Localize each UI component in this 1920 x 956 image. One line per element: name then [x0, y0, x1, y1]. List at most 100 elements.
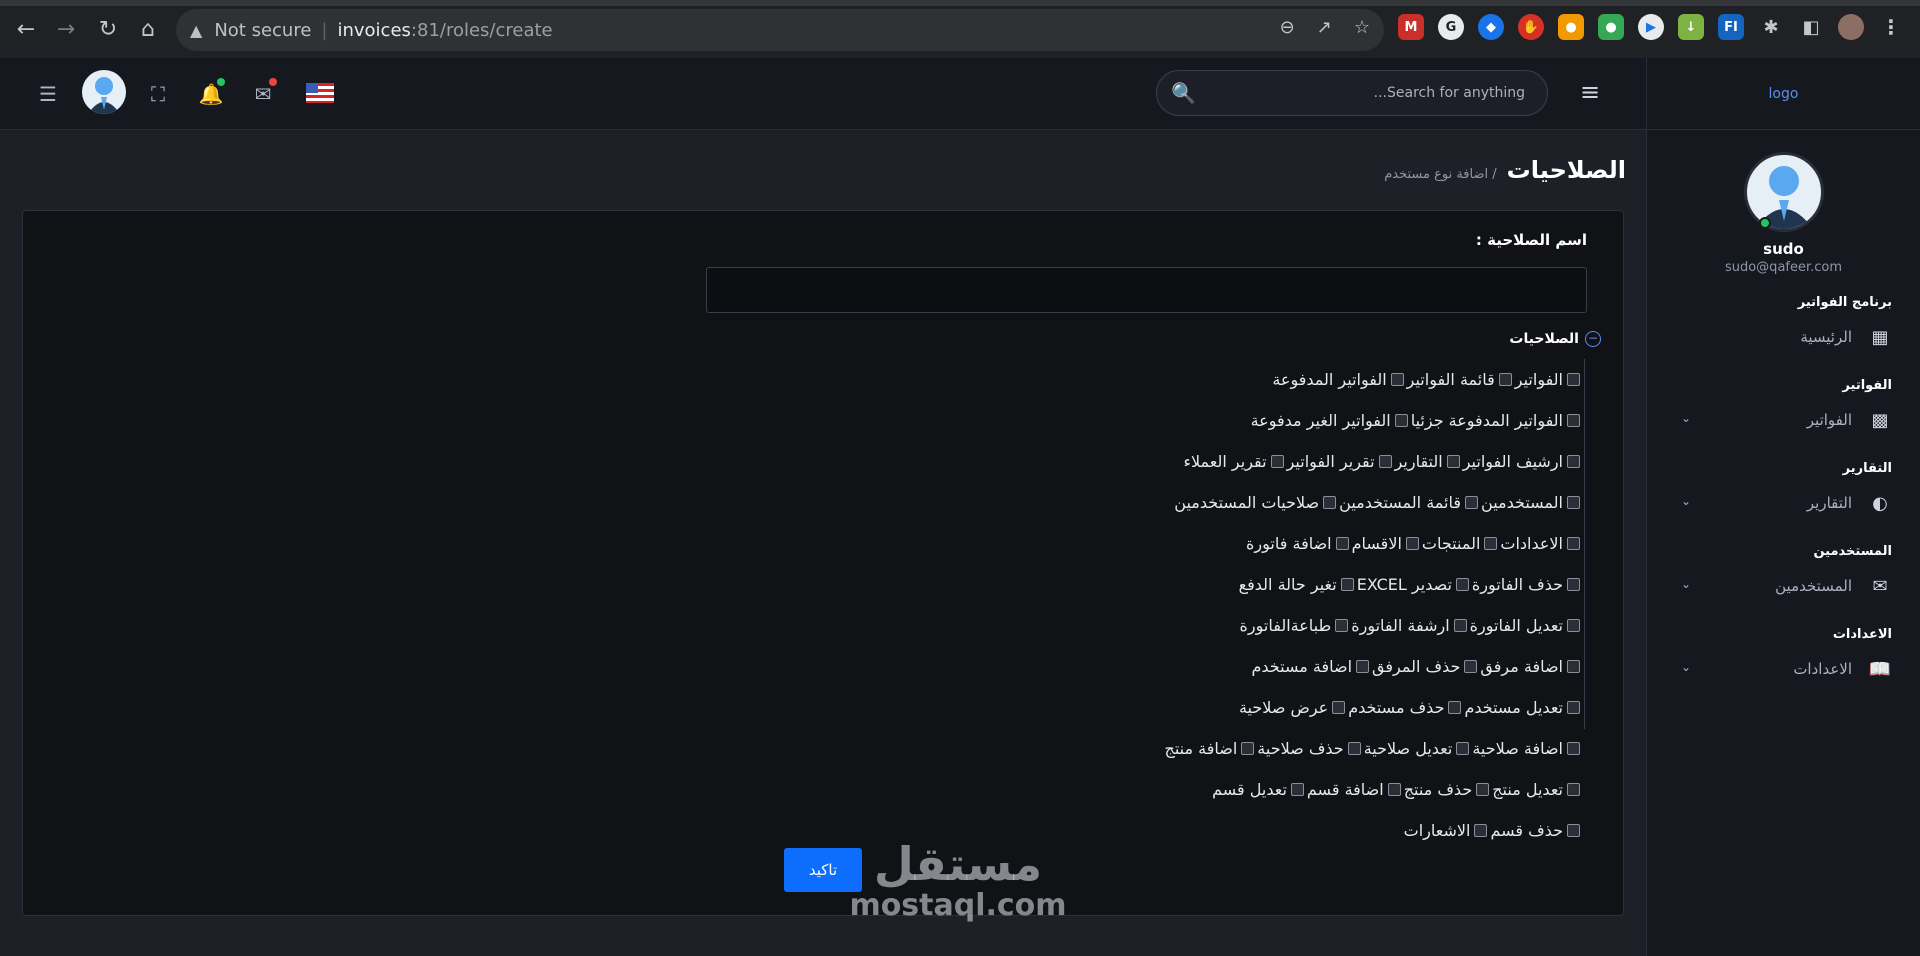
permission-checkbox[interactable] — [1453, 619, 1467, 632]
permission-checkbox[interactable] — [1484, 537, 1498, 550]
search-input[interactable] — [1195, 85, 1525, 101]
permission-checkbox[interactable] — [1335, 619, 1349, 632]
confirm-button[interactable]: تاكيد — [784, 848, 862, 892]
permission-item[interactable]: تعديل مستخدم — [1464, 698, 1580, 717]
permission-checkbox[interactable] — [1394, 414, 1408, 427]
reload-icon[interactable]: ↻ — [88, 9, 128, 49]
chevron-down-icon[interactable]: ⌄ — [1681, 494, 1691, 508]
permission-item[interactable]: الاقسام — [1352, 534, 1419, 553]
permission-item[interactable]: اضافة فاتورة — [1246, 534, 1349, 553]
permission-item[interactable]: التقارير — [1395, 452, 1460, 471]
extension-hand-icon[interactable]: ✋ — [1518, 14, 1544, 40]
permission-checkbox[interactable] — [1446, 455, 1460, 468]
permission-item[interactable]: صلاحيات المستخدمين — [1174, 493, 1337, 512]
permission-checkbox[interactable] — [1356, 660, 1370, 673]
permission-item[interactable]: اضافة مرفق — [1480, 657, 1580, 676]
permission-item[interactable]: عرض صلاحية — [1239, 698, 1346, 717]
permission-checkbox[interactable] — [1405, 537, 1419, 550]
permission-checkbox[interactable] — [1465, 496, 1479, 509]
home-icon[interactable]: ⌂ — [128, 9, 168, 49]
share-icon[interactable]: ↗ — [1317, 17, 1332, 38]
permission-checkbox[interactable] — [1340, 578, 1354, 591]
extension-mega-icon[interactable]: M — [1398, 14, 1424, 40]
fullscreen-icon[interactable]: ⛶ — [140, 76, 176, 112]
permission-checkbox[interactable] — [1290, 783, 1304, 796]
permission-checkbox[interactable] — [1567, 373, 1580, 386]
permission-checkbox[interactable] — [1323, 496, 1337, 509]
profile-avatar-icon[interactable] — [1838, 14, 1864, 40]
chevron-down-icon[interactable]: ⌄ — [1681, 411, 1691, 425]
us-flag-icon[interactable] — [306, 83, 334, 103]
permission-item[interactable]: الاشعارات — [1404, 821, 1488, 840]
permission-item[interactable]: اضافة مستخدم — [1252, 657, 1370, 676]
permission-checkbox[interactable] — [1448, 701, 1462, 714]
permission-item[interactable]: اضافة صلاحية — [1472, 739, 1580, 758]
role-name-input[interactable] — [706, 267, 1587, 313]
permission-item[interactable]: الفواتير المدفوعة جزئيا — [1411, 411, 1580, 430]
permission-item[interactable]: حذف قسم — [1490, 821, 1580, 840]
sidebar-item-settings[interactable]: 📖 الاعدادات ⌄ — [1647, 658, 1920, 682]
permission-item[interactable]: حذف منتج — [1404, 780, 1490, 799]
permission-item[interactable]: تعديل صلاحية — [1364, 739, 1470, 758]
permission-item[interactable]: تعديل منتج — [1492, 780, 1580, 799]
permission-checkbox[interactable] — [1335, 537, 1349, 550]
permission-item[interactable]: الفواتير المدفوعة — [1272, 370, 1404, 389]
chevron-down-icon[interactable]: ⌄ — [1681, 660, 1691, 674]
permission-item[interactable]: المنتجات — [1422, 534, 1498, 553]
extension-play-icon[interactable]: ▶ — [1638, 14, 1664, 40]
permission-checkbox[interactable] — [1347, 742, 1361, 755]
extension-fi-icon[interactable]: FI — [1718, 14, 1744, 40]
permission-item[interactable]: الاعدادات — [1500, 534, 1580, 553]
permission-checkbox[interactable] — [1464, 660, 1478, 673]
permission-item[interactable]: تعديل قسم — [1212, 780, 1304, 799]
permission-checkbox[interactable] — [1476, 783, 1490, 796]
permission-item[interactable]: حذف صلاحية — [1257, 739, 1361, 758]
sidebar-item-reports[interactable]: ◐ التقارير ⌄ — [1647, 492, 1920, 516]
permission-item[interactable]: حذف مستخدم — [1348, 698, 1462, 717]
extension-color-icon[interactable]: ● — [1598, 14, 1624, 40]
sidebar-item-home[interactable]: ▦ الرئيسية — [1647, 326, 1920, 350]
permission-item[interactable]: اضافة قسم — [1307, 780, 1401, 799]
back-icon[interactable]: ← — [6, 9, 46, 49]
sidebar-item-users[interactable]: ✉ المستخدمين ⌄ — [1647, 575, 1920, 599]
permission-item[interactable]: ارشفة الفاتورة — [1351, 616, 1467, 635]
permission-checkbox[interactable] — [1390, 373, 1404, 386]
forward-icon[interactable]: → — [46, 9, 86, 49]
permission-checkbox[interactable] — [1567, 496, 1580, 509]
permission-checkbox[interactable] — [1567, 701, 1580, 714]
permission-checkbox[interactable] — [1567, 660, 1580, 673]
permission-item[interactable]: تغير حالة الدفع — [1239, 575, 1354, 594]
permission-checkbox[interactable] — [1567, 742, 1580, 755]
permission-checkbox[interactable] — [1241, 742, 1255, 755]
permission-item[interactable]: قائمة الفواتير — [1407, 370, 1512, 389]
side-panel-icon[interactable]: ◧ — [1798, 14, 1824, 40]
extension-download-icon[interactable]: ↓ — [1678, 14, 1704, 40]
permission-checkbox[interactable] — [1456, 742, 1470, 755]
permission-item[interactable]: تقرير الفواتير — [1287, 452, 1392, 471]
header-avatar[interactable] — [82, 70, 126, 114]
permission-item[interactable]: المستخدمين — [1481, 493, 1580, 512]
permission-checkbox[interactable] — [1567, 783, 1580, 796]
chevron-down-icon[interactable]: ⌄ — [1681, 577, 1691, 591]
permission-checkbox[interactable] — [1387, 783, 1401, 796]
permission-checkbox[interactable] — [1474, 824, 1488, 837]
permission-item[interactable]: تصدير EXCEL — [1357, 575, 1469, 594]
collapse-minus-icon[interactable]: − — [1585, 331, 1601, 347]
extension-grammar-icon[interactable]: G — [1438, 14, 1464, 40]
permission-item[interactable]: حذف المرفق — [1372, 657, 1478, 676]
browser-menu-icon[interactable]: ⋮ — [1878, 14, 1904, 40]
permission-item[interactable]: الفواتير الغير مدفوعة — [1251, 411, 1408, 430]
permission-checkbox[interactable] — [1270, 455, 1284, 468]
permission-item[interactable]: تعديل الفاتورة — [1470, 616, 1580, 635]
logo[interactable]: logo — [1769, 86, 1799, 102]
permission-item[interactable]: اضافة منتج — [1165, 739, 1255, 758]
permission-item[interactable]: تقرير العملاء — [1183, 452, 1284, 471]
permission-item[interactable]: قائمة المستخدمين — [1339, 493, 1479, 512]
address-bar[interactable]: ▲ Not secure | invoices :81/roles/create… — [176, 9, 1384, 51]
permissions-tree-header[interactable]: − الصلاحيات — [1509, 331, 1601, 347]
permission-checkbox[interactable] — [1455, 578, 1469, 591]
permission-item[interactable]: طباعةالفاتورة — [1240, 616, 1349, 635]
permission-checkbox[interactable] — [1567, 414, 1580, 427]
extension-gem-icon[interactable]: ◆ — [1478, 14, 1504, 40]
permission-item[interactable]: ارشيف الفواتير — [1463, 452, 1580, 471]
